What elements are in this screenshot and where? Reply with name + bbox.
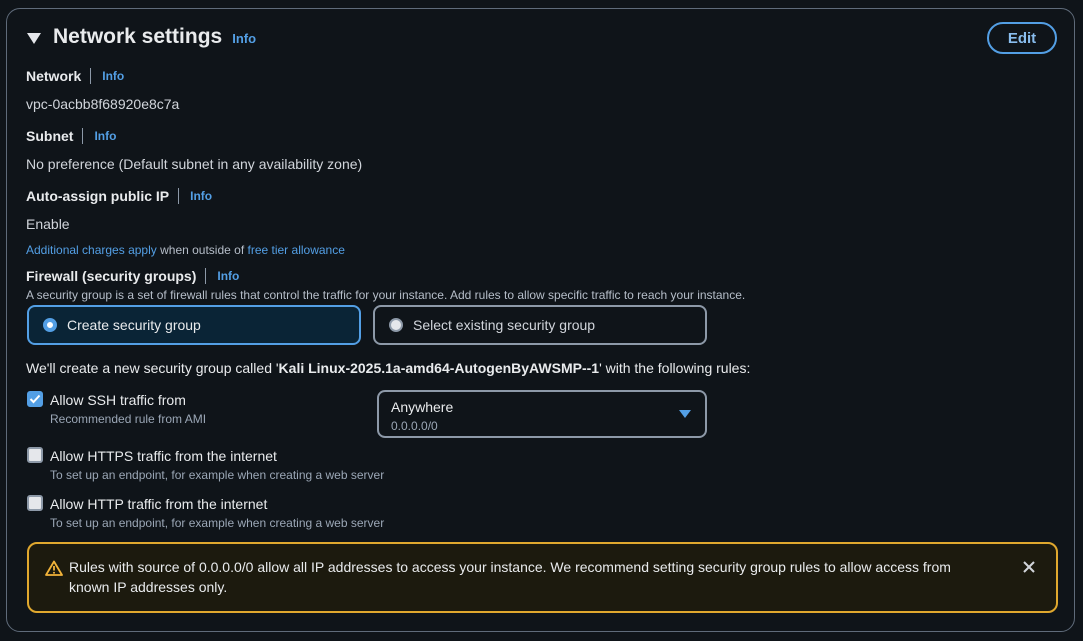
- ssh-rule-sub: Recommended rule from AMI: [50, 412, 207, 426]
- http-checkbox[interactable]: [27, 495, 43, 511]
- checkmark-icon: [29, 394, 41, 404]
- additional-charges-link[interactable]: Additional charges apply: [26, 243, 157, 257]
- section-header: Network settings Info: [27, 25, 256, 49]
- ssh-source-value: Anywhere: [391, 399, 454, 415]
- free-tier-link[interactable]: free tier allowance: [248, 243, 345, 257]
- ssh-rule-label: Allow SSH traffic from: [50, 392, 186, 408]
- create-group-message: We'll create a new security group called…: [26, 360, 750, 376]
- divider: [178, 188, 180, 204]
- ssh-checkbox[interactable]: [27, 391, 43, 407]
- network-settings-panel: Network settings Info Edit Network Info v…: [6, 8, 1075, 632]
- section-title-text: Network settings: [53, 25, 223, 48]
- public-ip-value: Enable: [26, 216, 70, 232]
- close-icon[interactable]: [1022, 560, 1036, 574]
- divider: [82, 128, 84, 144]
- ssh-source-select[interactable]: Anywhere 0.0.0.0/0: [377, 390, 707, 438]
- warning-text: Rules with source of 0.0.0.0/0 allow all…: [69, 559, 951, 595]
- subnet-label: Subnet: [26, 128, 74, 144]
- radio-unselected-icon[interactable]: [389, 318, 403, 332]
- select-existing-group-label: Select existing security group: [413, 317, 596, 333]
- divider: [90, 68, 92, 84]
- radio-selected-icon[interactable]: [43, 318, 57, 332]
- https-rule-sub: To set up an endpoint, for example when …: [50, 468, 385, 482]
- subnet-value: No preference (Default subnet in any ava…: [26, 156, 363, 172]
- charges-note: Additional charges apply when outside of…: [26, 243, 345, 257]
- https-checkbox[interactable]: [27, 447, 43, 463]
- firewall-label: Firewall (security groups): [26, 268, 197, 284]
- warning-icon: [45, 560, 63, 576]
- public-ip-label-row: Auto-assign public IP Info: [26, 188, 212, 204]
- subnet-info-link[interactable]: Info: [94, 129, 116, 143]
- public-ip-info-link[interactable]: Info: [190, 189, 212, 203]
- create-security-group-label: Create security group: [67, 317, 201, 333]
- firewall-description: A security group is a set of firewall ru…: [26, 288, 746, 302]
- divider: [205, 268, 207, 284]
- dropdown-caret-icon: [679, 410, 691, 418]
- network-info-link[interactable]: Info: [102, 69, 124, 83]
- public-ip-label: Auto-assign public IP: [26, 188, 170, 204]
- edit-button[interactable]: Edit: [987, 22, 1057, 54]
- section-info-link[interactable]: Info: [232, 31, 256, 46]
- select-existing-group-option[interactable]: Select existing security group: [373, 305, 707, 345]
- http-rule-sub: To set up an endpoint, for example when …: [50, 516, 385, 530]
- https-rule-label: Allow HTTPS traffic from the internet: [50, 448, 277, 464]
- security-group-name: Kali Linux-2025.1a-amd64-AutogenByAWSMP-…: [278, 360, 600, 376]
- warning-alert: Rules with source of 0.0.0.0/0 allow all…: [27, 542, 1058, 613]
- firewall-info-link[interactable]: Info: [217, 269, 239, 283]
- create-group-suffix: ' with the following rules:: [599, 360, 751, 376]
- charges-note-text: when outside of: [156, 243, 248, 257]
- create-group-prefix: We'll create a new security group called…: [26, 360, 279, 376]
- network-value: vpc-0acbb8f68920e8c7a: [26, 96, 180, 112]
- network-label-row: Network Info: [26, 68, 124, 84]
- http-rule-label: Allow HTTP traffic from the internet: [50, 496, 268, 512]
- section-title: Network settings Info: [53, 25, 256, 49]
- network-label: Network: [26, 68, 82, 84]
- firewall-label-row: Firewall (security groups) Info: [26, 268, 239, 284]
- create-security-group-option[interactable]: Create security group: [27, 305, 361, 345]
- ssh-source-cidr: 0.0.0.0/0: [391, 419, 438, 433]
- subnet-label-row: Subnet Info: [26, 128, 116, 144]
- caret-down-icon[interactable]: [27, 32, 41, 44]
